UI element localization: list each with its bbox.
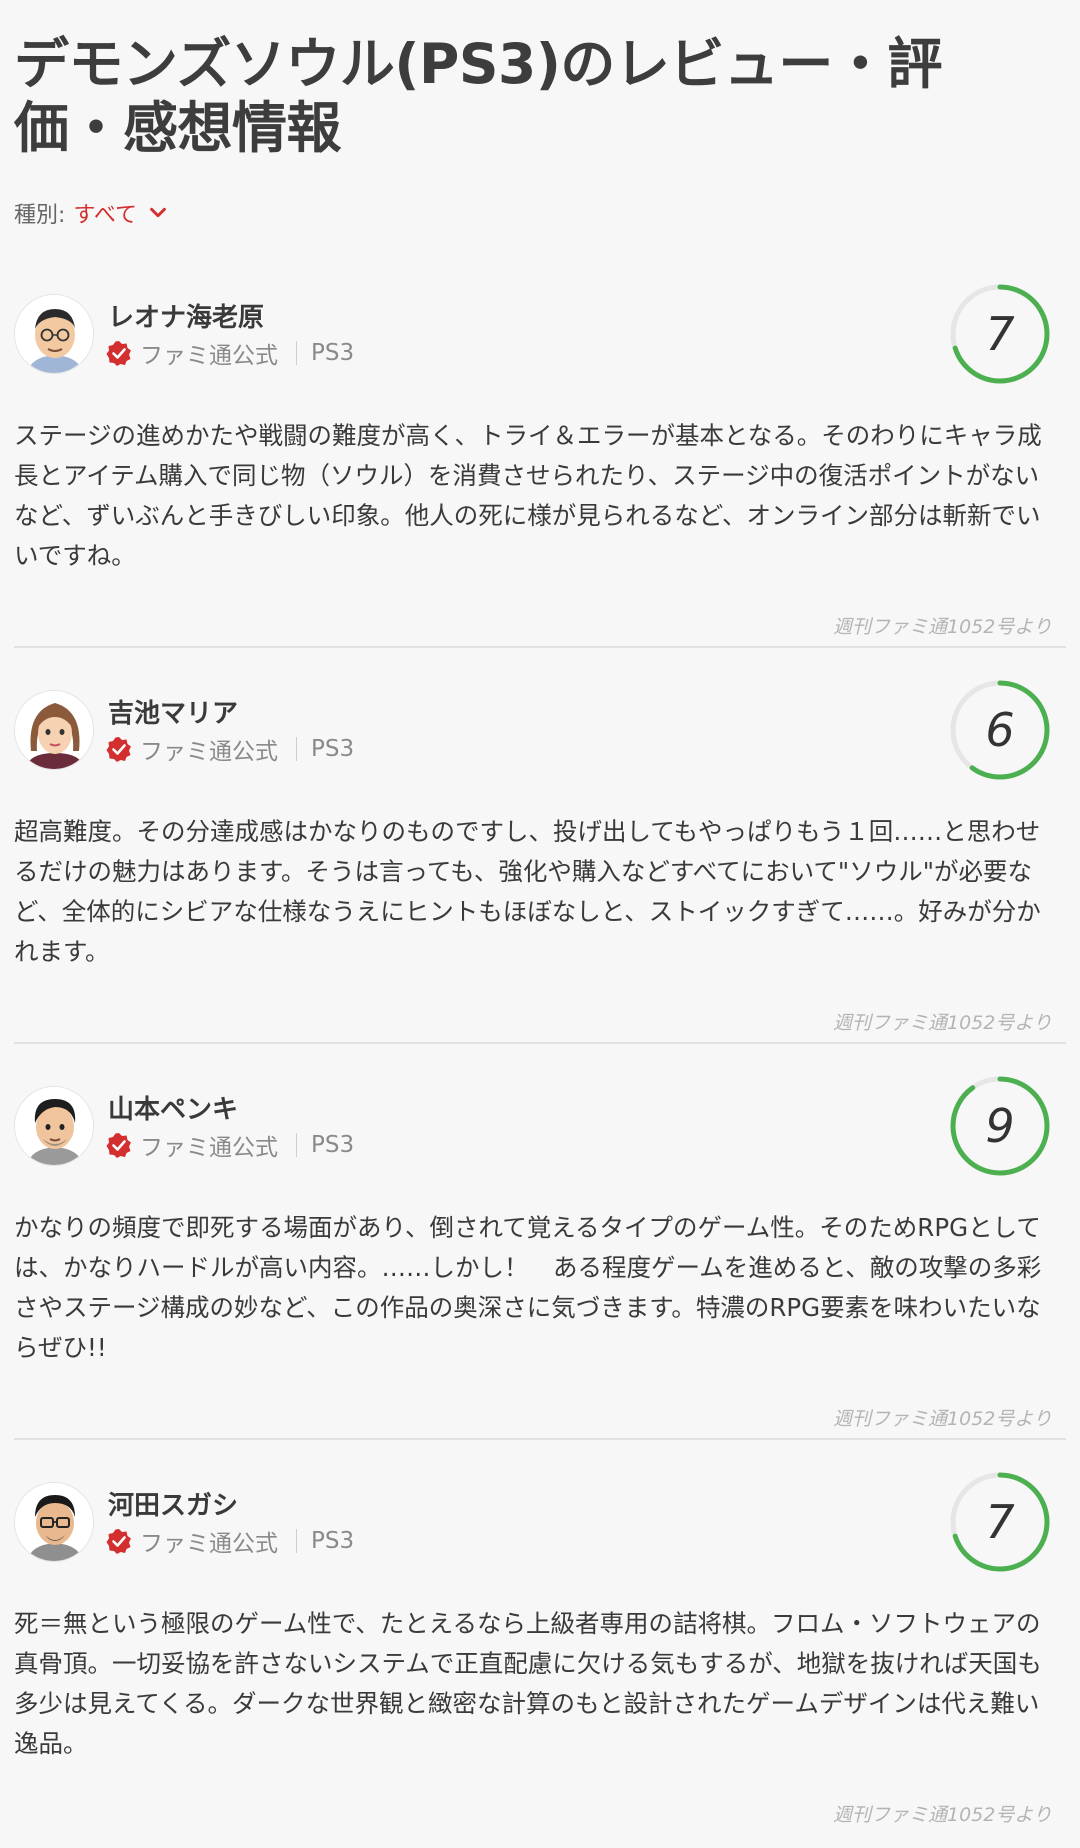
review-header: レオナ海老原 ファミ通公式 PS3 7 xyxy=(14,282,1066,384)
chevron-down-icon xyxy=(150,207,166,218)
score-ring: 9 xyxy=(948,1074,1052,1178)
meta-divider xyxy=(296,737,297,761)
reviewer-name[interactable]: 河田スガシ xyxy=(108,1485,238,1522)
platform-label: PS3 xyxy=(311,340,355,366)
filter-dropdown[interactable]: すべて xyxy=(73,197,169,229)
score-ring: 6 xyxy=(948,678,1052,782)
meta-divider xyxy=(296,1133,297,1157)
official-badge: ファミ通公式 xyxy=(140,739,278,765)
review-card: 吉池マリア ファミ通公式 PS3 6 超高難度。その分達成感はかなりのものですし… xyxy=(14,656,1066,1044)
reviewer-avatar[interactable] xyxy=(14,1482,94,1562)
official-badge: ファミ通公式 xyxy=(140,1531,278,1557)
review-source: 週刊ファミ通1052号より xyxy=(833,1408,1052,1430)
review-card: 山本ペンキ ファミ通公式 PS3 9 かなりの頻度で即死する場面があり、倒されて… xyxy=(14,1052,1066,1440)
review-comment: 超高難度。その分達成感はかなりのものですし、投げ出してもやっぱりもう１回……と思… xyxy=(14,817,1041,966)
review-comment: ステージの進めかたや戦闘の難度が高く、トライ＆エラーが基本となる。そのわりにキャ… xyxy=(14,421,1042,570)
reviewer-avatar[interactable] xyxy=(14,690,94,770)
review-meta: ファミ通公式 PS3 xyxy=(106,338,355,369)
review-header: 河田スガシ ファミ通公式 PS3 7 xyxy=(14,1470,1066,1572)
verified-check-icon xyxy=(106,341,131,366)
review-comment: かなりの頻度で即死する場面があり、倒されて覚えるタイプのゲーム性。そのためRPG… xyxy=(14,1213,1042,1362)
score-ring: 7 xyxy=(948,1470,1052,1574)
verified-check-icon xyxy=(106,1529,131,1554)
filter-label: 種別: xyxy=(14,203,66,228)
review-source: 週刊ファミ通1052号より xyxy=(833,1012,1052,1034)
review-meta: ファミ通公式 PS3 xyxy=(106,1130,355,1161)
reviewer-avatar[interactable] xyxy=(14,294,94,374)
verified-check-icon xyxy=(106,1133,131,1158)
review-source: 週刊ファミ通1052号より xyxy=(833,616,1052,638)
score-value: 7 xyxy=(985,1495,1015,1549)
meta-divider xyxy=(296,1529,297,1553)
official-badge: ファミ通公式 xyxy=(140,343,278,369)
review-header: 吉池マリア ファミ通公式 PS3 6 xyxy=(14,678,1066,780)
review-header: 山本ペンキ ファミ通公式 PS3 9 xyxy=(14,1074,1066,1176)
score-ring: 7 xyxy=(948,282,1052,386)
review-comment: 死＝無という極限のゲーム性で、たとえるなら上級者専用の詰将棋。フロム・ソフトウェ… xyxy=(14,1609,1042,1758)
verified-check-icon xyxy=(106,737,131,762)
official-badge: ファミ通公式 xyxy=(140,1135,278,1161)
platform-label: PS3 xyxy=(311,1528,355,1554)
review-meta: ファミ通公式 PS3 xyxy=(106,734,355,765)
score-value: 9 xyxy=(985,1099,1015,1153)
score-value: 7 xyxy=(985,307,1015,361)
filter-bar: 種別: すべて xyxy=(14,198,1066,228)
reviewer-name[interactable]: 吉池マリア xyxy=(108,693,238,730)
reviewer-avatar[interactable] xyxy=(14,1086,94,1166)
review-card: 河田スガシ ファミ通公式 PS3 7 死＝無という極限のゲーム性で、たとえるなら… xyxy=(14,1448,1066,1834)
platform-label: PS3 xyxy=(311,736,355,762)
reviewer-name[interactable]: 山本ペンキ xyxy=(108,1089,238,1126)
platform-label: PS3 xyxy=(311,1132,355,1158)
reviewer-name[interactable]: レオナ海老原 xyxy=(108,297,264,334)
meta-divider xyxy=(296,341,297,365)
score-value: 6 xyxy=(985,703,1015,757)
page-title: デモンズソウル(PS3)のレビュー・評価・感想情報 xyxy=(14,32,942,160)
page: デモンズソウル(PS3)のレビュー・評価・感想情報 種別: すべて レオナ海老原… xyxy=(0,0,1080,1834)
review-source: 週刊ファミ通1052号より xyxy=(833,1804,1052,1826)
review-card: レオナ海老原 ファミ通公式 PS3 7 ステージの進めかたや戦闘の難度が高く、ト… xyxy=(14,282,1066,648)
filter-value: すべて xyxy=(73,203,138,228)
review-meta: ファミ通公式 PS3 xyxy=(106,1526,355,1557)
